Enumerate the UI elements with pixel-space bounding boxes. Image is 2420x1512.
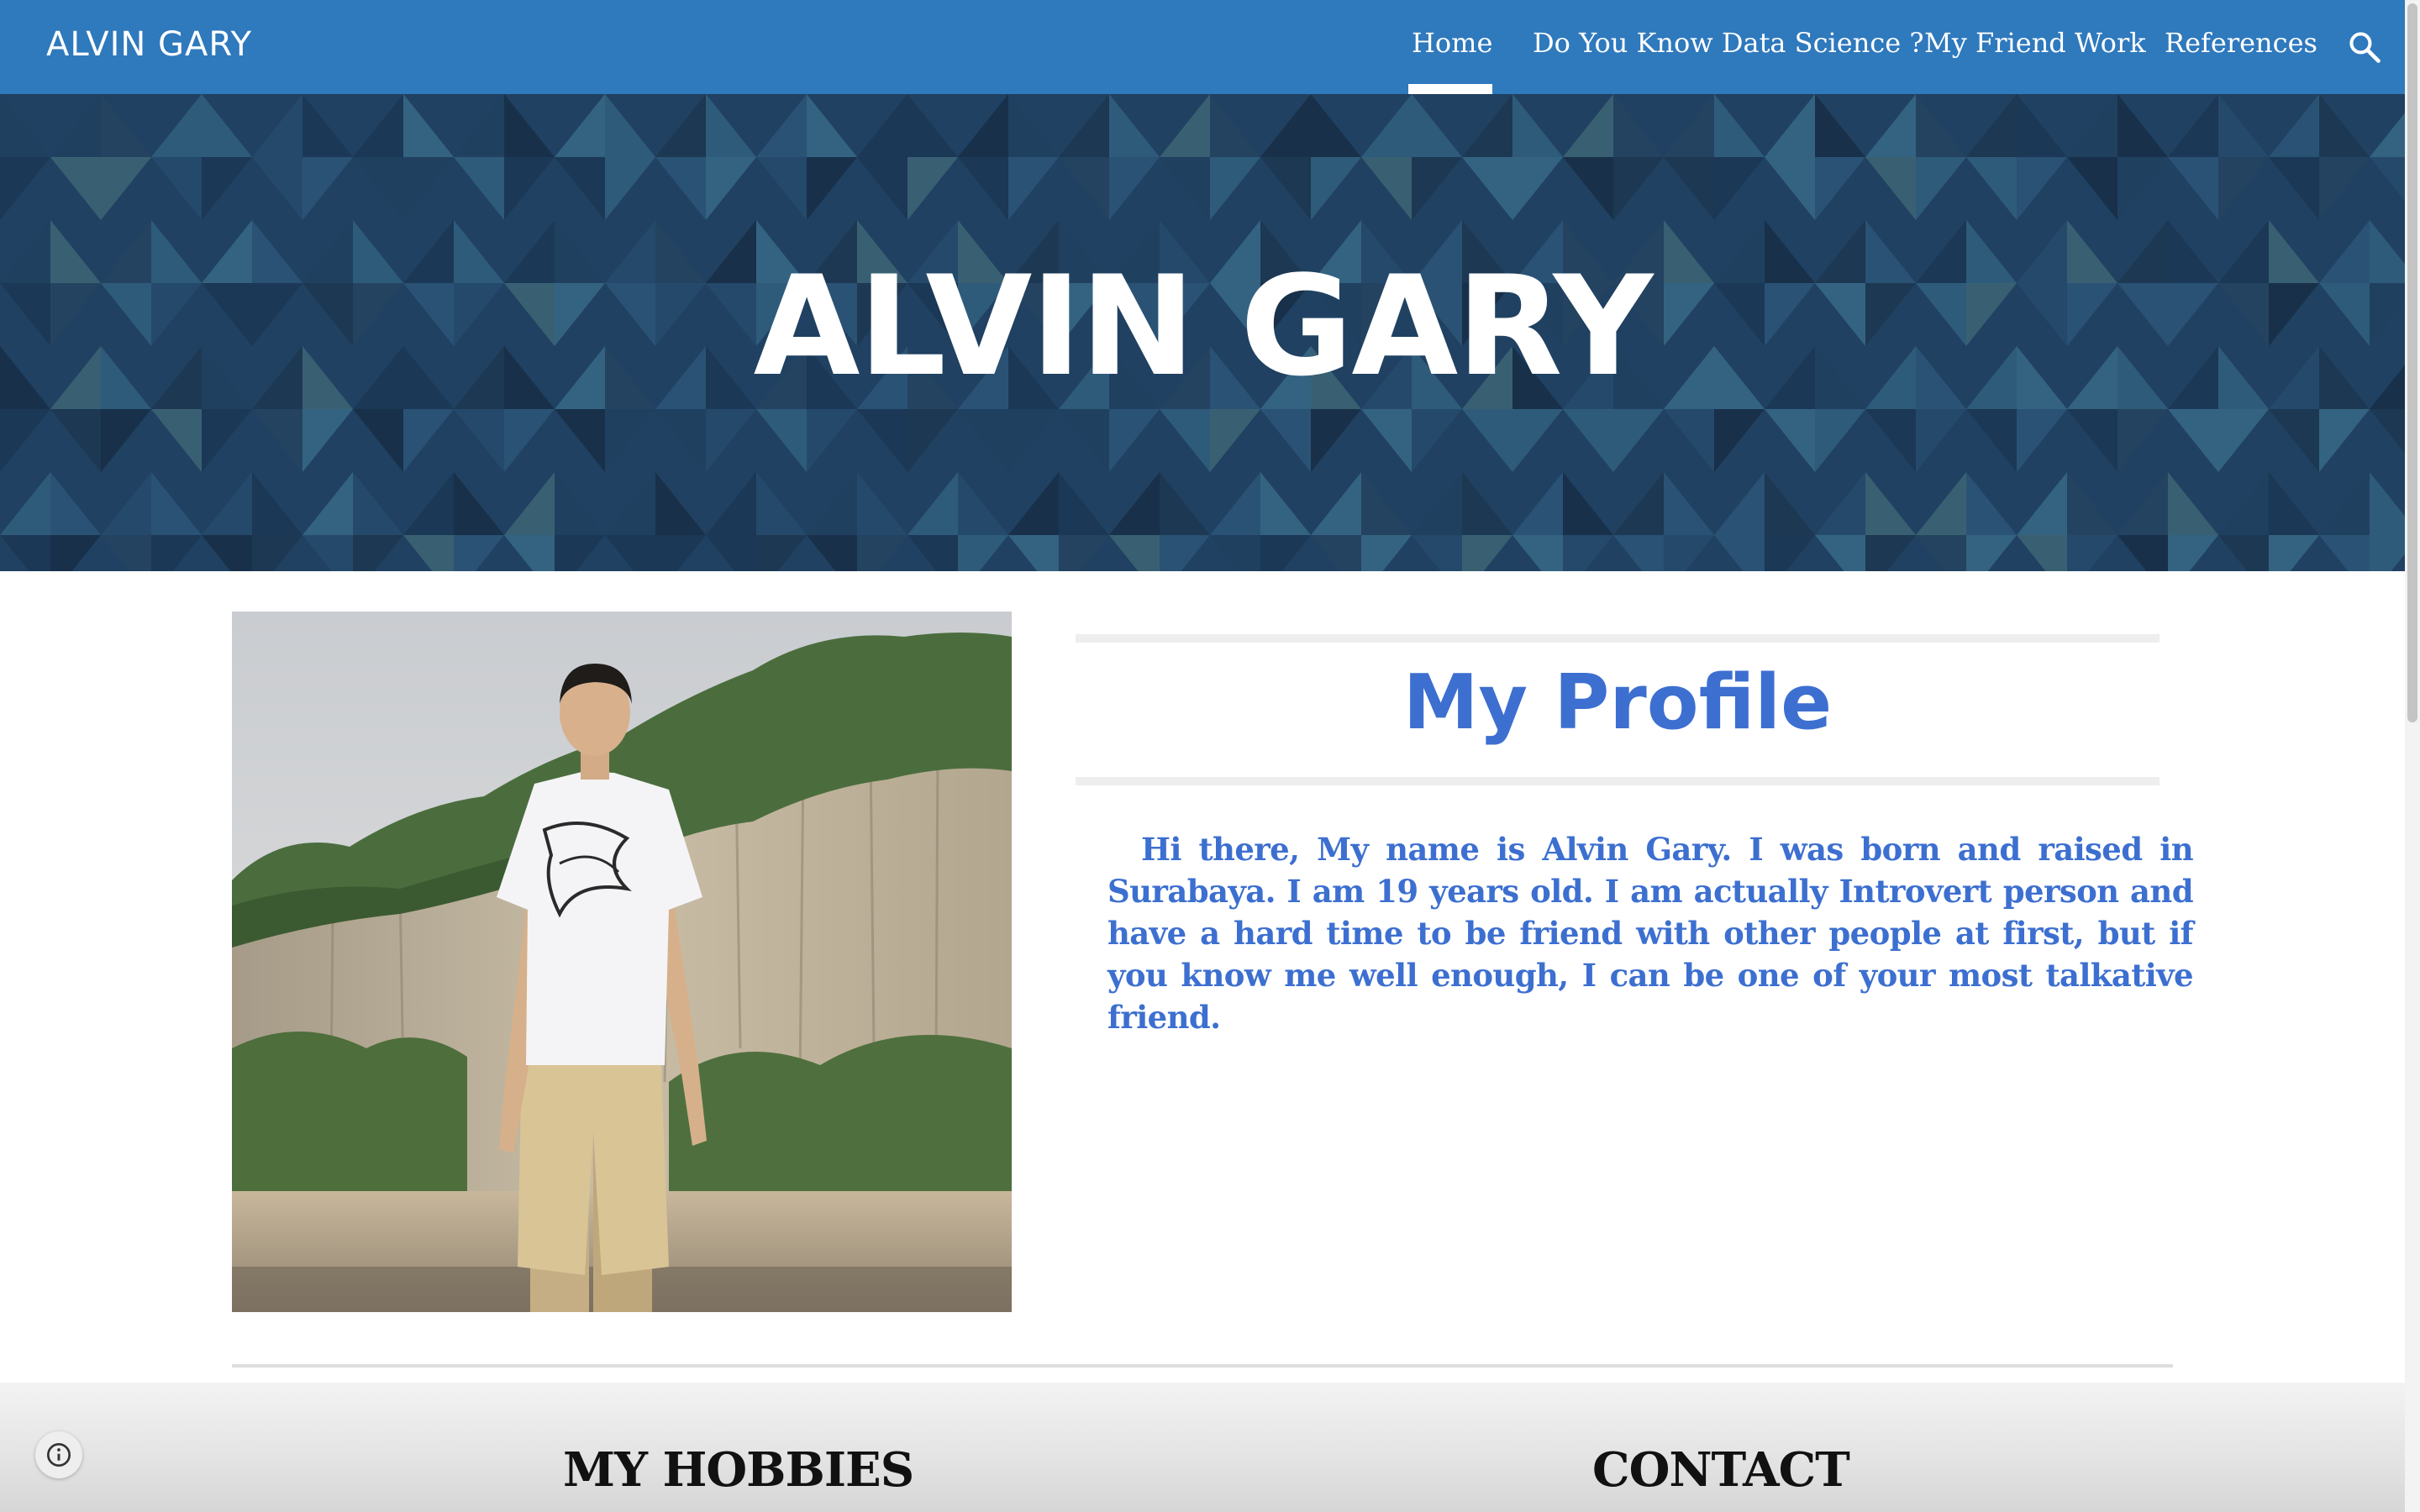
profile-description: Hi there, My name is Alvin Gary. I was b…	[1107, 831, 2194, 1036]
profile-heading: My Profile	[1402, 659, 1833, 747]
top-navigation-bar: ALVIN GARY Home Do You Know Data Science…	[0, 0, 2405, 94]
profile-heading-top-rule	[1076, 634, 2160, 643]
contact-heading: CONTACT	[1592, 1442, 1850, 1498]
hero-banner: ALVIN GARY	[0, 94, 2405, 571]
footer-band	[0, 1383, 2405, 1512]
active-nav-indicator	[1408, 84, 1492, 94]
scrollbar-thumb[interactable]	[2407, 3, 2417, 722]
hobbies-heading: MY HOBBIES	[563, 1442, 914, 1498]
nav-my-friend-work[interactable]: My Friend Work	[1924, 27, 2146, 59]
profile-heading-bottom-rule	[1076, 777, 2160, 785]
nav-references[interactable]: References	[2165, 27, 2317, 59]
nav-do-you-know-data-science[interactable]: Do You Know Data Science ?	[1533, 27, 1923, 59]
search-icon[interactable]	[2346, 29, 2383, 66]
info-icon	[47, 1443, 71, 1467]
site-info-button[interactable]	[35, 1431, 82, 1478]
section-divider	[232, 1364, 2173, 1368]
site-title[interactable]: ALVIN GARY	[46, 25, 252, 64]
nav-home[interactable]: Home	[1412, 27, 1492, 59]
profile-photo	[232, 612, 1012, 1312]
hero-title: ALVIN GARY	[753, 246, 1654, 407]
